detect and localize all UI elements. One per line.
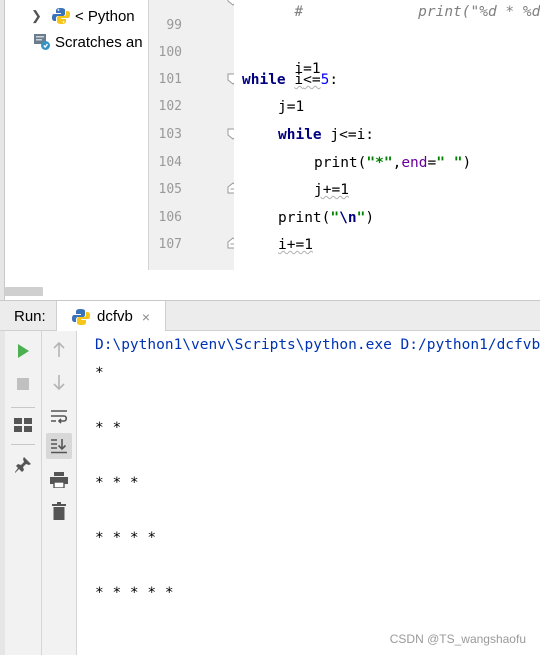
project-item-label: < Python [75, 7, 135, 25]
code-text: j<=i: [321, 127, 375, 143]
run-tab-dcfvb[interactable]: dcfvb × [56, 301, 166, 332]
pin-icon [15, 457, 31, 473]
code-line-103: while j<=i: [278, 127, 374, 143]
console-output-line: * * * [95, 475, 139, 491]
run-title: Run: [14, 308, 46, 325]
code-editor[interactable]: #print("%d * %d = %d" i=1 while i<=5: j=… [234, 0, 540, 270]
line-number: 100 [158, 45, 182, 60]
scroll-to-end-icon [51, 439, 67, 454]
trash-icon [52, 502, 66, 520]
line-number: 99 [166, 18, 182, 33]
run-toolbar-secondary [42, 331, 77, 655]
watermark: CSDN @TS_wangshaofu [389, 632, 526, 646]
code-line-105: j+=1 [314, 182, 349, 198]
code-keyword: while [242, 72, 286, 88]
code-text: ) [462, 155, 472, 171]
code-text: print( [314, 155, 367, 171]
project-item-python[interactable]: ❯ < Python [5, 3, 148, 29]
console-command-line: D:\python1\venv\Scripts\python.exe D:/py… [95, 337, 540, 353]
line-number: 106 [158, 210, 182, 225]
layout-button[interactable] [10, 412, 36, 438]
console-output-line: * * * * [95, 530, 157, 546]
line-number: 105 [158, 182, 182, 197]
console-output-line: * * [95, 420, 122, 436]
pin-button[interactable] [10, 452, 36, 478]
code-comment: print("%d * %d = %d" [418, 4, 540, 20]
arrow-down-icon [53, 375, 65, 390]
code-text: <= [303, 72, 321, 88]
scratches-icon [34, 34, 50, 50]
code-string: " [330, 210, 340, 226]
line-number: 107 [158, 237, 182, 252]
python-icon [72, 308, 90, 325]
scroll-down-button[interactable] [46, 369, 72, 395]
soft-wrap-button[interactable] [46, 403, 72, 429]
line-number: 104 [158, 155, 182, 170]
chevron-right-icon[interactable]: ❯ [31, 8, 45, 24]
close-icon[interactable]: × [142, 309, 150, 325]
scroll-to-end-button[interactable] [46, 433, 72, 459]
code-text: i+=1 [278, 237, 313, 253]
code-text: j+=1 [314, 182, 349, 198]
code-line-107: i+=1 [278, 237, 313, 253]
toolbar-divider [11, 407, 35, 408]
scroll-up-button[interactable] [46, 337, 72, 363]
stop-icon [17, 378, 29, 390]
stop-button[interactable] [10, 371, 36, 397]
code-escape: \n [339, 210, 357, 226]
rerun-button[interactable] [10, 338, 36, 364]
code-text: j=1 [278, 99, 305, 115]
code-keyword: while [278, 127, 322, 143]
python-icon [52, 8, 70, 24]
code-line-104: print("*",end=" ") [314, 155, 471, 171]
code-text: : [329, 72, 339, 88]
top-area: ❯ < Python Scratches an 98 99 100 101 [0, 0, 540, 300]
code-param: end [401, 155, 428, 171]
line-number: 98 [149, 0, 182, 3]
code-comment: # [294, 4, 304, 20]
run-toolbar-primary [5, 331, 42, 655]
console-output-line: * [95, 365, 104, 381]
horizontal-scrollbar[interactable] [5, 287, 43, 296]
project-item-label: Scratches an [55, 33, 143, 51]
code-string: "*" [366, 155, 393, 171]
play-icon [18, 344, 29, 358]
toolbar-divider [11, 444, 35, 445]
console-output-line: * * * * * [95, 585, 174, 601]
code-line-102: j=1 [278, 99, 304, 115]
run-header: Run: dcfvb × [0, 300, 540, 332]
print-icon [50, 472, 68, 488]
code-text: print( [278, 210, 331, 226]
editor-gutter: 98 99 100 101 102 103 104 105 106 107 [148, 0, 234, 270]
code-line-98: # print("%d * %d = %d" [242, 0, 540, 36]
code-text: ) [365, 210, 375, 226]
code-text: i [294, 72, 304, 88]
line-number: 101 [158, 72, 182, 87]
line-number: 103 [158, 127, 182, 142]
arrow-up-icon [53, 342, 65, 357]
editor-bottom-area [148, 270, 540, 300]
run-console[interactable]: D:\python1\venv\Scripts\python.exe D:/py… [77, 331, 540, 655]
code-text: = [427, 155, 437, 171]
code-line-106: print("\n") [278, 210, 374, 226]
line-number: 102 [158, 99, 182, 114]
soft-wrap-icon [51, 410, 68, 424]
project-item-scratches[interactable]: Scratches an [5, 29, 148, 55]
layout-icon [14, 418, 32, 432]
code-line-101: while i<=5: [242, 72, 338, 88]
clear-all-button[interactable] [46, 498, 72, 524]
code-string: " " [436, 155, 463, 171]
project-panel: ❯ < Python Scratches an [5, 0, 148, 300]
run-tab-label: dcfvb [97, 308, 133, 325]
print-button[interactable] [46, 467, 72, 493]
